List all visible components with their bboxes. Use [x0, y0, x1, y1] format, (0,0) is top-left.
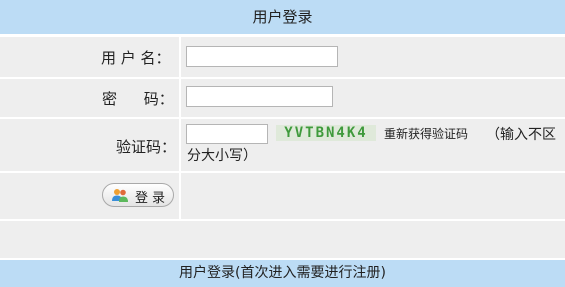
users-icon — [112, 189, 128, 202]
password-input[interactable] — [186, 86, 333, 107]
captcha-input[interactable] — [186, 124, 268, 144]
captcha-hint: （输入不区 — [486, 127, 556, 143]
captcha-label: 验证码： — [116, 138, 177, 156]
captcha-image[interactable]: YVTBN4K4 — [276, 125, 376, 141]
login-footer: 用户登录(首次进入需要进行注册) — [0, 260, 565, 287]
login-title: 用户登录 — [252, 8, 313, 26]
footer-text: 用户登录(首次进入需要进行注册) — [179, 265, 386, 281]
refresh-captcha-link[interactable]: 重新获得验证码 — [384, 125, 468, 142]
password-label: 密 码： — [102, 90, 174, 108]
username-label: 用 户 名： — [101, 49, 171, 67]
login-button-label: 登录 — [135, 191, 170, 206]
login-button[interactable]: 登录 — [102, 183, 174, 207]
login-header: 用户登录 — [0, 0, 565, 34]
captcha-hint-continued: 分大小写） — [187, 148, 257, 164]
button-row — [0, 173, 565, 219]
spacer-row — [0, 221, 565, 258]
username-input[interactable] — [186, 46, 338, 67]
